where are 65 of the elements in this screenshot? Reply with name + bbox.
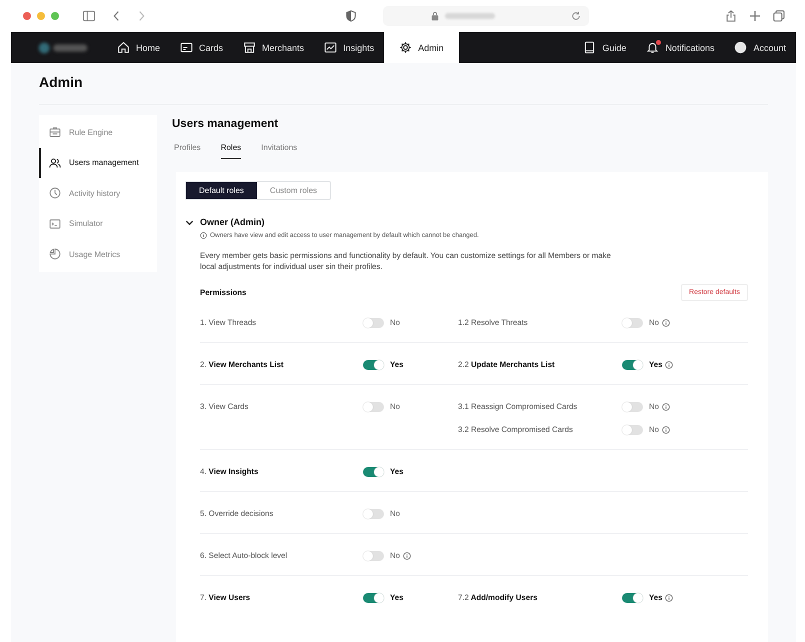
role-title: Owner (Admin) [200,217,264,227]
toggle-switch[interactable] [622,318,643,328]
pie-chart-icon [49,248,61,260]
info-icon[interactable] [665,360,674,368]
sidebar-item[interactable]: Activity history [39,178,157,208]
store-icon [243,41,256,54]
tab[interactable]: Invitations [261,143,298,159]
sidebar-item[interactable]: Simulator [39,208,157,239]
bell-icon [646,41,660,54]
shield-icon[interactable] [345,10,357,22]
info-icon[interactable] [662,426,670,434]
home-icon [117,41,130,54]
nav-tab[interactable]: Merchants [233,32,314,63]
info-icon[interactable] [662,318,670,326]
info-icon [200,232,207,239]
sidebar-item[interactable]: Rule Engine [39,117,157,148]
toggle-switch[interactable] [363,466,384,476]
briefcase-icon [49,126,61,138]
info-icon[interactable] [662,402,670,410]
zoom-window-icon[interactable] [51,12,59,20]
lock-icon [431,11,439,21]
toggle-switch[interactable] [363,318,384,328]
back-icon[interactable] [113,10,120,22]
segment-button[interactable]: Custom roles [256,182,330,199]
nav-tab[interactable]: Insights [314,32,384,63]
nav-tab[interactable]: Cards [170,32,234,63]
sidebar-toggle-icon[interactable] [83,10,95,22]
toggle-switch[interactable] [622,402,643,412]
toggle-switch[interactable] [622,592,643,602]
sidebar-item[interactable]: Usage Metrics [39,239,157,270]
nav-link[interactable]: Guide [573,32,636,63]
reload-icon[interactable] [571,11,581,21]
segment-button[interactable]: Default roles [186,182,257,199]
toggle-switch[interactable] [363,508,384,518]
toggle-switch[interactable] [622,424,643,434]
nav-link[interactable]: Account [724,32,796,63]
page-title: Admin [39,73,84,92]
nav-tab[interactable]: Admin [384,32,459,63]
nav-tab[interactable]: Home [107,32,170,63]
book-icon [583,41,596,54]
close-window-icon[interactable] [23,12,31,20]
toggle-switch[interactable] [363,550,384,560]
toggle-switch[interactable] [363,592,384,602]
users-icon [49,156,61,169]
line-chart-icon [324,41,338,54]
clock-icon [49,187,61,200]
toggle-switch[interactable] [363,402,384,412]
card-icon [180,41,194,54]
chevron-icon[interactable] [185,218,194,226]
section-title: Users management [172,117,280,130]
sidebar-item[interactable]: Users management [39,148,157,178]
avatar-icon [734,41,748,54]
info-icon[interactable] [665,594,674,602]
info-icon[interactable] [402,552,411,560]
tab[interactable]: Roles [220,143,242,159]
toggle-switch[interactable] [363,360,384,370]
settings-icon [399,41,412,54]
share-icon[interactable] [725,10,737,22]
nav-link[interactable]: Notifications [636,32,724,63]
toggle-switch[interactable] [622,360,643,370]
tab[interactable]: Profiles [174,143,201,159]
blurred-address [445,13,495,19]
terminal-icon [49,218,61,230]
tabs-overview-icon[interactable] [773,10,785,22]
new-tab-icon[interactable] [749,10,761,22]
